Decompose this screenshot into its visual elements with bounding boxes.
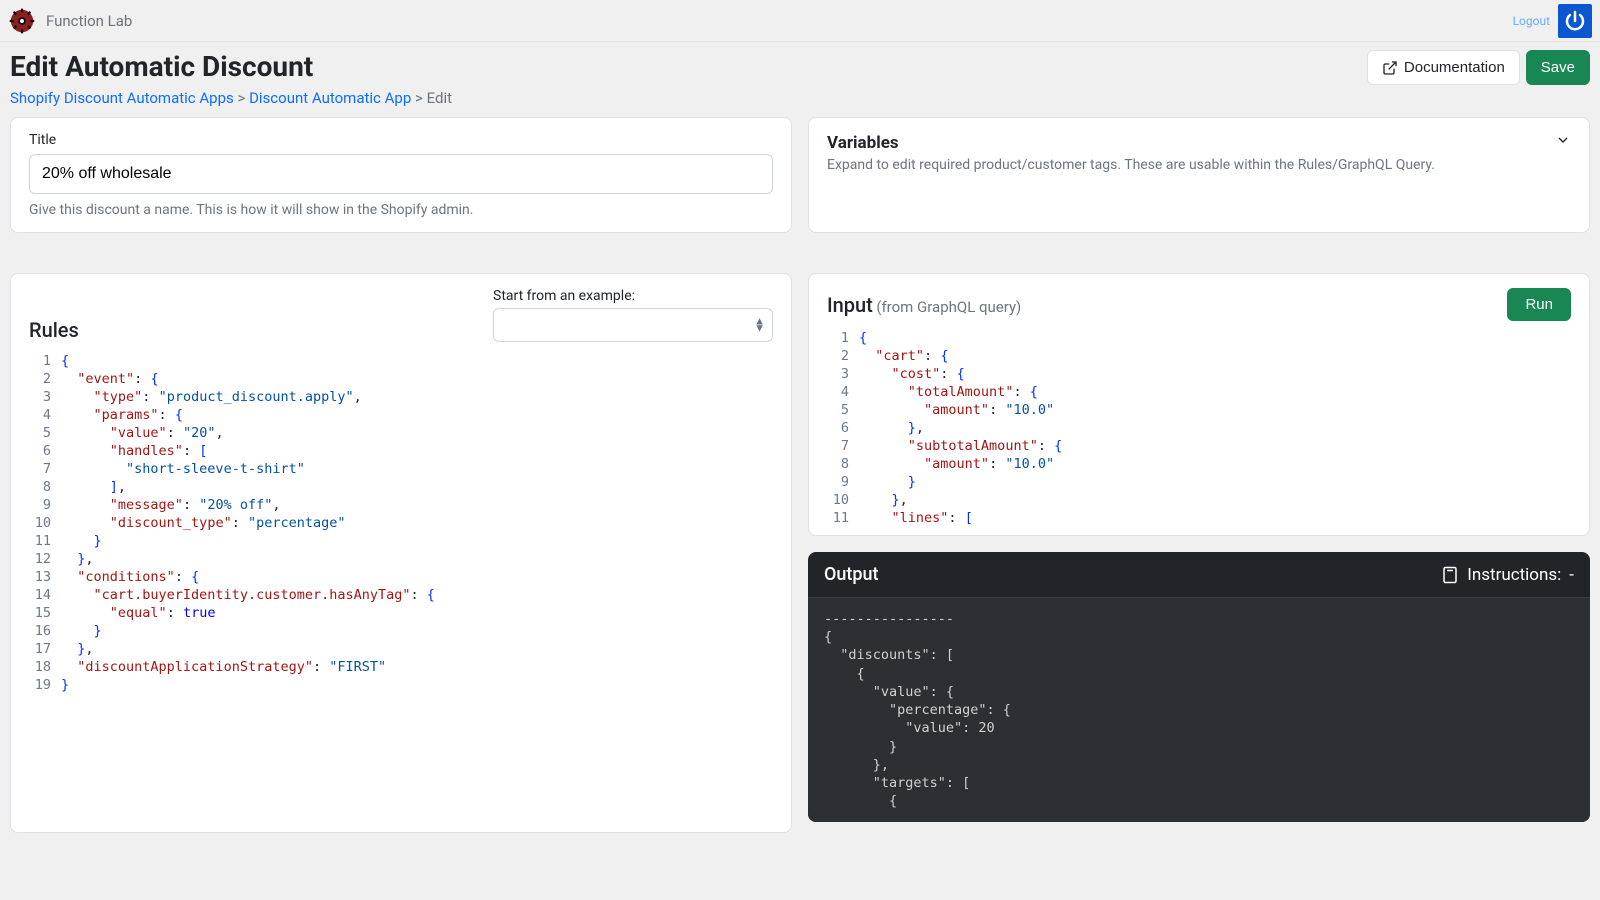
input-editor[interactable]: 123456789101112 { "cart": { "cost": { "t… bbox=[819, 325, 1579, 525]
run-button[interactable]: Run bbox=[1507, 288, 1571, 321]
breadcrumb-link-1[interactable]: Shopify Discount Automatic Apps bbox=[10, 89, 234, 107]
title-input[interactable] bbox=[29, 154, 773, 194]
extension-power-icon[interactable] bbox=[1558, 4, 1592, 38]
example-label: Start from an example: bbox=[493, 288, 773, 304]
input-card: Input (from GraphQL query) Run 123456789… bbox=[808, 273, 1590, 536]
output-body: ---------------- { "discounts": [ { "val… bbox=[808, 598, 1590, 822]
input-title: Input bbox=[827, 293, 873, 317]
variables-desc: Expand to edit required product/customer… bbox=[827, 157, 1571, 173]
rules-card: Rules Start from an example: ▲▼ 12345678… bbox=[10, 273, 792, 833]
save-button[interactable]: Save bbox=[1526, 50, 1590, 85]
variables-card[interactable]: Variables Expand to edit required produc… bbox=[808, 117, 1590, 233]
rules-title: Rules bbox=[29, 318, 79, 342]
output-title: Output bbox=[824, 564, 879, 585]
title-label: Title bbox=[29, 132, 773, 148]
logout-link[interactable]: Logout bbox=[1513, 14, 1550, 28]
app-name: Function Lab bbox=[46, 12, 132, 30]
rules-editor[interactable]: 12345678910111213141516171819 { "event":… bbox=[21, 348, 781, 694]
output-card: Output Instructions: - ---------------- … bbox=[808, 552, 1590, 822]
breadcrumb-link-2[interactable]: Discount Automatic App bbox=[249, 89, 411, 107]
page-header: Edit Automatic Discount Documentation Sa… bbox=[0, 42, 1600, 89]
breadcrumb-sep: > bbox=[415, 89, 423, 107]
topbar: Function Lab Logout bbox=[0, 0, 1600, 42]
documentation-button[interactable]: Documentation bbox=[1367, 50, 1520, 85]
page-title: Edit Automatic Discount bbox=[10, 50, 313, 83]
breadcrumb-sep: > bbox=[237, 89, 245, 107]
variables-title: Variables bbox=[827, 133, 899, 153]
documentation-label: Documentation bbox=[1404, 59, 1505, 76]
title-help: Give this discount a name. This is how i… bbox=[29, 202, 773, 218]
input-sub: (from GraphQL query) bbox=[876, 298, 1021, 316]
instructions-value: - bbox=[1569, 565, 1574, 585]
external-link-icon bbox=[1382, 60, 1398, 76]
breadcrumb-current: Edit bbox=[427, 89, 452, 107]
calculator-icon bbox=[1441, 566, 1459, 584]
breadcrumb: Shopify Discount Automatic Apps > Discou… bbox=[0, 89, 1600, 117]
app-logo bbox=[8, 7, 36, 35]
example-select[interactable] bbox=[493, 308, 773, 342]
instructions-label: Instructions: bbox=[1467, 565, 1561, 585]
chevron-down-icon bbox=[1555, 132, 1571, 153]
title-card: Title Give this discount a name. This is… bbox=[10, 117, 792, 233]
